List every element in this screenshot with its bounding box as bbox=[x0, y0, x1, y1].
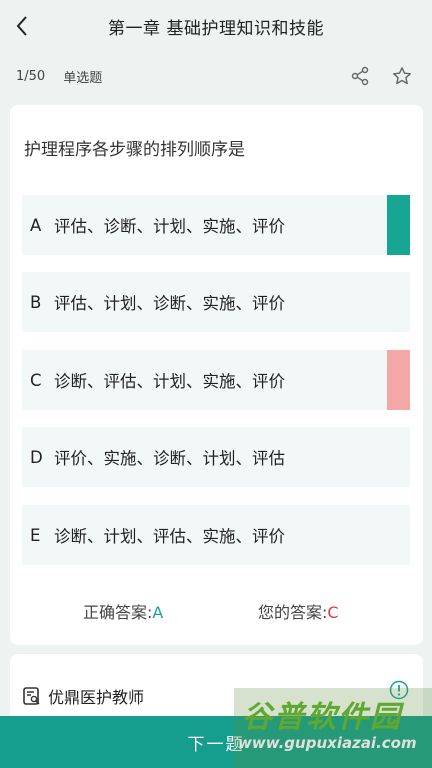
wrong-marker bbox=[387, 350, 410, 410]
progress-counter: 1/50 bbox=[16, 68, 46, 84]
option-letter: A bbox=[30, 215, 42, 235]
option-d[interactable]: D 评价、实施、诊断、计划、评估 bbox=[22, 427, 410, 487]
question-type: 单选题 bbox=[63, 70, 103, 86]
search-doc-icon bbox=[23, 687, 40, 705]
option-c[interactable]: C 诊断、评估、计划、实施、评价 bbox=[22, 350, 410, 410]
chevron-left-icon bbox=[16, 16, 27, 36]
page-title: 第一章 基础护理知识和技能 bbox=[108, 18, 324, 39]
back-button[interactable] bbox=[8, 10, 36, 42]
top-bar: 第一章 基础护理知识和技能 bbox=[0, 0, 432, 52]
option-text: 评价、实施、诊断、计划、评估 bbox=[54, 449, 285, 468]
share-icon bbox=[351, 66, 369, 86]
option-text: 诊断、计划、评估、实施、评价 bbox=[54, 527, 285, 546]
option-letter: B bbox=[30, 292, 42, 312]
question-text: 护理程序各步骤的排列顺序是 bbox=[24, 140, 245, 160]
option-letter: C bbox=[30, 370, 42, 390]
user-answer-value: C bbox=[327, 603, 339, 622]
option-a[interactable]: A 评估、诊断、计划、实施、评价 bbox=[22, 195, 410, 255]
option-text: 评估、计划、诊断、实施、评价 bbox=[54, 294, 285, 313]
user-answer: 您的答案:C bbox=[258, 599, 339, 623]
question-meta: 1/50 单选题 bbox=[0, 60, 432, 92]
correct-answer: 正确答案:A bbox=[83, 599, 163, 623]
teacher-info: 优鼎医护教师 bbox=[22, 684, 144, 708]
star-icon bbox=[393, 67, 411, 85]
teacher-name: 优鼎医护教师 bbox=[48, 688, 145, 707]
watermark-title: 谷普软件园 bbox=[242, 700, 402, 735]
favorite-button[interactable] bbox=[390, 64, 414, 88]
option-text: 评估、诊断、计划、实施、评价 bbox=[54, 217, 285, 236]
correct-answer-value: A bbox=[152, 603, 164, 622]
watermark: 谷普软件园 www.gupuxiazai.com bbox=[234, 688, 432, 768]
watermark-url: www.gupuxiazai.com bbox=[238, 734, 417, 752]
correct-marker bbox=[387, 195, 410, 255]
question-card: 护理程序各步骤的排列顺序是 A 评估、诊断、计划、实施、评价 B 评估、计划、诊… bbox=[10, 105, 423, 645]
share-button[interactable] bbox=[348, 64, 372, 88]
option-b[interactable]: B 评估、计划、诊断、实施、评价 bbox=[22, 272, 410, 332]
option-text: 诊断、评估、计划、实施、评价 bbox=[54, 372, 285, 391]
correct-answer-label: 正确答案: bbox=[83, 603, 153, 622]
option-letter: E bbox=[30, 525, 41, 545]
option-letter: D bbox=[30, 447, 43, 467]
option-e[interactable]: E 诊断、计划、评估、实施、评价 bbox=[22, 505, 410, 565]
user-answer-label: 您的答案: bbox=[258, 603, 328, 622]
